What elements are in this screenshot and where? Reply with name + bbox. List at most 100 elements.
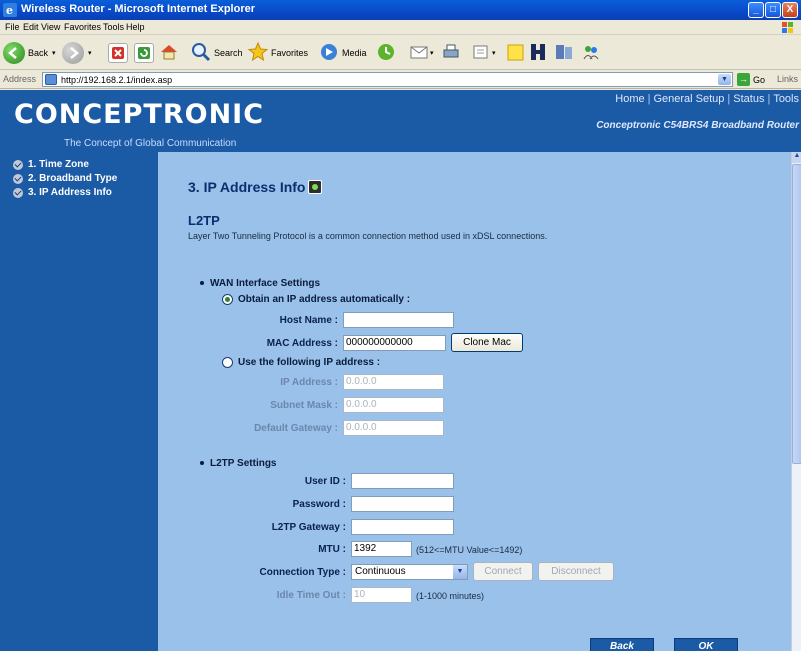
history-icon xyxy=(375,41,397,65)
connection-type-value: Continuous xyxy=(355,566,406,577)
password-input[interactable] xyxy=(351,496,454,512)
page-icon xyxy=(45,74,57,85)
address-bar: Address http://192.168.2.1/index.asp ▼ →… xyxy=(0,71,801,89)
nav-tools[interactable]: Tools xyxy=(773,93,799,105)
check-icon xyxy=(13,159,23,170)
links-label[interactable]: Links xyxy=(777,74,798,84)
search-icon xyxy=(190,41,212,65)
menu-edit[interactable]: Edit xyxy=(23,22,39,32)
home-button[interactable] xyxy=(158,40,180,66)
scroll-thumb[interactable] xyxy=(792,164,801,464)
idle-time-hint: (1-1000 minutes) xyxy=(416,591,485,601)
step-time-zone[interactable]: 1. Time Zone xyxy=(13,159,89,170)
maximize-button[interactable]: □ xyxy=(765,2,781,18)
mtu-hint: (512<=MTU Value<=1492) xyxy=(416,545,523,555)
connect-button[interactable]: Connect xyxy=(473,562,533,581)
scroll-up-icon[interactable]: ▲ xyxy=(792,152,801,163)
address-dropdown-icon[interactable]: ▼ xyxy=(718,74,731,85)
step-broadband-type[interactable]: 2. Broadband Type xyxy=(13,173,117,184)
default-gateway-label: Default Gateway : xyxy=(254,423,338,434)
chevron-down-icon[interactable]: ▼ xyxy=(453,565,467,579)
section-title: L2TP xyxy=(188,213,220,228)
address-url: http://192.168.2.1/index.asp xyxy=(61,75,173,85)
menu-tools[interactable]: Tools xyxy=(103,22,124,32)
address-input[interactable]: http://192.168.2.1/index.asp ▼ xyxy=(42,72,733,87)
host-name-input[interactable] xyxy=(343,312,454,328)
page-header: CONCEPTRONIC The Concept of Global Commu… xyxy=(0,90,801,152)
connection-type-select[interactable]: Continuous ▼ xyxy=(351,564,468,580)
user-id-label: User ID : xyxy=(304,476,346,487)
menu-bar: File Edit View Favorites Tools Help xyxy=(0,20,801,35)
nav-general-setup[interactable]: General Setup xyxy=(653,93,724,105)
print-button[interactable] xyxy=(440,40,462,66)
l2tp-gateway-input[interactable] xyxy=(351,519,454,535)
help-icon[interactable] xyxy=(308,180,323,194)
ie-icon: e xyxy=(3,3,17,17)
back-dropdown-icon[interactable]: ▾ xyxy=(52,49,56,57)
mail-dropdown-icon[interactable]: ▾ xyxy=(430,49,434,57)
favorites-label: Favorites xyxy=(271,48,309,58)
h-button[interactable] xyxy=(527,40,549,66)
static-ip-option[interactable]: Use the following IP address : xyxy=(222,357,380,368)
title-bar: e Wireless Router - Microsoft Internet E… xyxy=(0,0,801,20)
minimize-button[interactable]: _ xyxy=(748,2,764,18)
forward-dropdown-icon[interactable]: ▾ xyxy=(88,49,92,57)
svg-text:e: e xyxy=(6,4,13,17)
mac-address-input[interactable]: 000000000000 xyxy=(343,335,446,351)
history-button[interactable] xyxy=(375,40,397,66)
mtu-input[interactable]: 1392 xyxy=(351,541,412,557)
menu-help[interactable]: Help xyxy=(126,22,145,32)
l2tp-gateway-label: L2TP Gateway : xyxy=(271,522,346,533)
favorites-button[interactable]: Favorites xyxy=(247,40,308,66)
step-ip-address-info[interactable]: 3. IP Address Info xyxy=(13,187,112,198)
mail-button[interactable]: ▾ xyxy=(408,40,434,66)
media-button[interactable]: Media xyxy=(318,40,367,66)
idle-time-out-input[interactable]: 10 xyxy=(351,587,412,603)
search-button[interactable]: Search xyxy=(190,40,243,66)
home-icon xyxy=(158,41,180,65)
go-arrow-icon: → xyxy=(737,73,750,86)
disconnect-button[interactable]: Disconnect xyxy=(538,562,614,581)
nav-status[interactable]: Status xyxy=(733,93,764,105)
messenger-button[interactable] xyxy=(580,40,602,66)
default-gateway-input[interactable]: 0.0.0.0 xyxy=(343,420,444,436)
wan-heading-text: WAN Interface Settings xyxy=(210,278,321,289)
ok-button[interactable]: OK xyxy=(674,638,738,651)
research-button[interactable] xyxy=(553,40,575,66)
ip-address-label: IP Address : xyxy=(280,377,338,388)
ip-address-input[interactable]: 0.0.0.0 xyxy=(343,374,444,390)
close-button[interactable]: X xyxy=(782,2,798,18)
back-nav-button[interactable]: Back xyxy=(590,638,654,651)
static-ip-radio[interactable] xyxy=(222,357,233,368)
user-id-input[interactable] xyxy=(351,473,454,489)
auto-ip-option[interactable]: Obtain an IP address automatically : xyxy=(222,294,410,305)
auto-ip-radio[interactable] xyxy=(222,294,233,305)
forward-arrow-icon xyxy=(62,42,84,64)
check-icon xyxy=(13,187,23,198)
notes-button[interactable] xyxy=(505,40,527,66)
step-label: 2. Broadband Type xyxy=(28,173,118,184)
research-icon xyxy=(553,41,575,65)
back-button[interactable]: Back ▾ xyxy=(3,40,56,66)
l2tp-heading-text: L2TP Settings xyxy=(210,458,277,469)
router-page: CONCEPTRONIC The Concept of Global Commu… xyxy=(0,90,801,651)
forward-button[interactable]: ▾ xyxy=(62,40,92,66)
edit-button[interactable]: ▾ xyxy=(470,40,496,66)
go-label: Go xyxy=(753,74,766,85)
print-icon xyxy=(440,41,462,65)
h-icon xyxy=(527,41,549,65)
edit-dropdown-icon[interactable]: ▾ xyxy=(492,49,496,57)
menu-favorites[interactable]: Favorites xyxy=(64,22,101,32)
clone-mac-button[interactable]: Clone Mac xyxy=(451,333,523,352)
nav-home[interactable]: Home xyxy=(615,93,644,105)
vertical-scrollbar[interactable]: ▲ xyxy=(791,152,801,651)
stop-button[interactable] xyxy=(108,40,128,66)
mail-icon xyxy=(408,41,430,65)
menu-view[interactable]: View xyxy=(41,22,60,32)
go-button[interactable]: → Go xyxy=(737,73,765,86)
media-label: Media xyxy=(342,48,367,58)
menu-file[interactable]: File xyxy=(5,22,20,32)
router-model: Conceptronic C54BRS4 Broadband Router xyxy=(596,120,799,131)
subnet-mask-input[interactable]: 0.0.0.0 xyxy=(343,397,444,413)
refresh-button[interactable] xyxy=(134,40,154,66)
